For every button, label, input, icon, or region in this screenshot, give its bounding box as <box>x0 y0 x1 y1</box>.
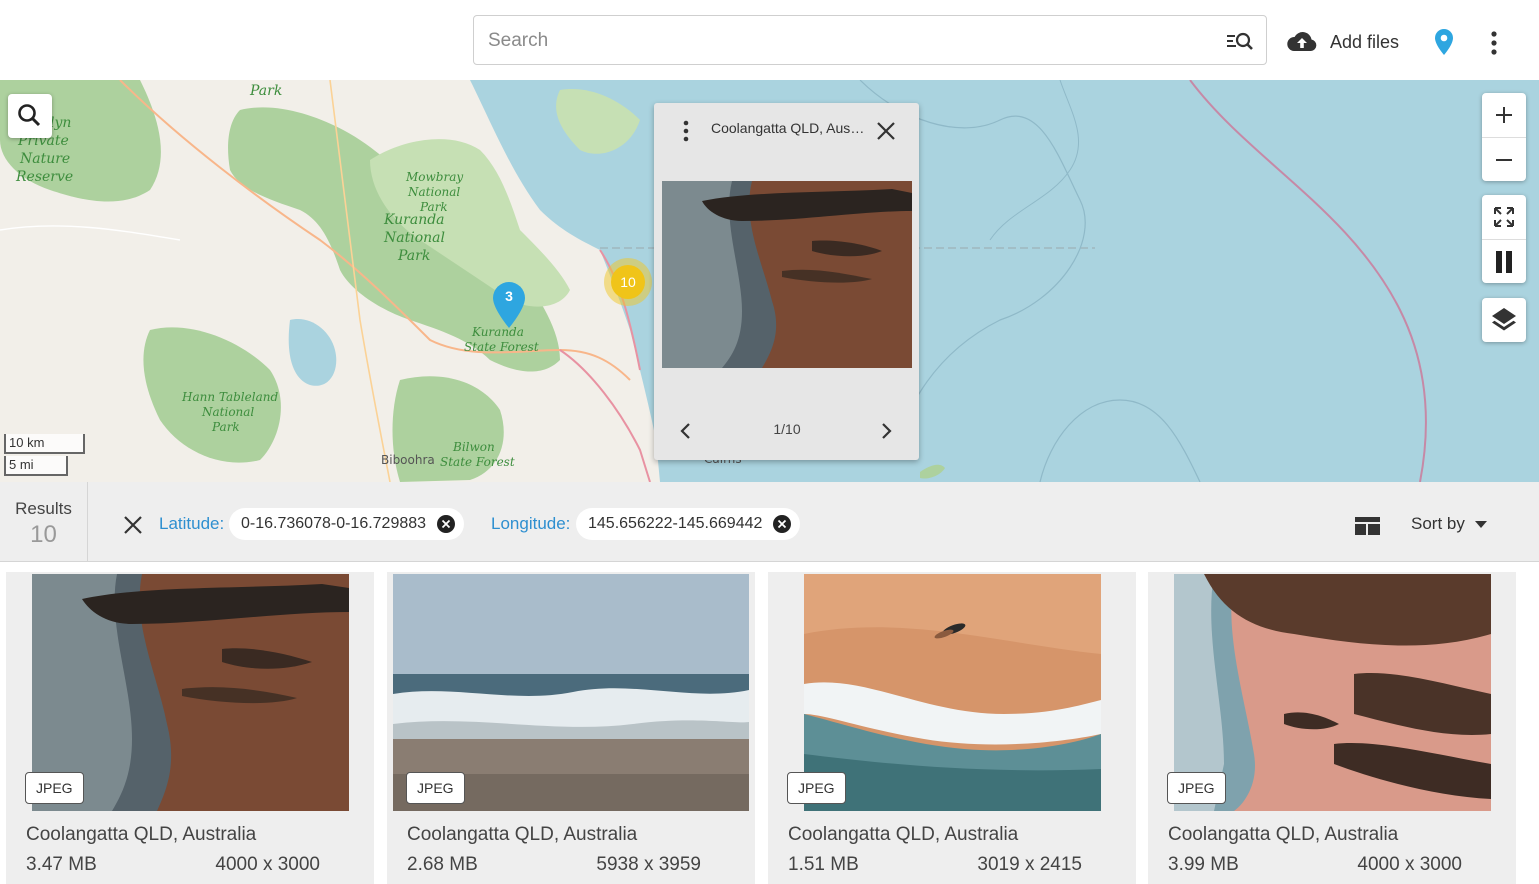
popup-counter: 1/10 <box>773 421 801 437</box>
card-dimensions: 5938 x 3959 <box>596 854 701 875</box>
fullscreen-icon <box>1494 207 1514 227</box>
zoom-in-button[interactable] <box>1482 93 1526 137</box>
search-box[interactable] <box>473 15 1267 65</box>
remove-filter-icon[interactable] <box>436 514 456 534</box>
more-vertical-icon[interactable] <box>1484 30 1504 56</box>
map-label: Bilwon <box>453 440 495 454</box>
map-label: National <box>408 185 461 199</box>
results-grid: JPEG Coolangatta QLD, Australia 3.47 MB … <box>0 563 1539 884</box>
scale-km: 10 km <box>4 434 85 454</box>
app-header: Add files <box>0 0 1539 80</box>
map-popup: Coolangatta QLD, Australia 1/10 <box>654 103 919 460</box>
map-label: Kuranda <box>384 212 445 228</box>
grid-layout-icon[interactable] <box>1355 517 1380 535</box>
zoom-out-button[interactable] <box>1482 137 1526 181</box>
map-label: Park <box>398 248 431 264</box>
map-search-button[interactable] <box>8 94 52 138</box>
zoom-out-icon <box>1496 158 1512 161</box>
file-type-badge: JPEG <box>406 772 465 804</box>
zoom-controls <box>1482 93 1526 181</box>
latitude-value: 0-16.736078-0-16.729883 <box>241 515 427 532</box>
results-label: Results <box>15 499 72 518</box>
sort-by-label: Sort by <box>1411 514 1465 533</box>
longitude-chip: 145.656222-145.669442 <box>576 508 801 540</box>
scale-mi: 5 mi <box>4 456 68 476</box>
file-type-badge: JPEG <box>25 772 84 804</box>
search-input[interactable] <box>488 26 1208 56</box>
popup-title: Coolangatta QLD, Australia <box>711 120 866 136</box>
layers-control <box>1482 298 1526 342</box>
pause-icon <box>1496 250 1512 273</box>
card-dimensions: 3019 x 2415 <box>977 854 1082 875</box>
sort-by-dropdown[interactable]: Sort by <box>1411 514 1487 534</box>
card-dimensions: 4000 x 3000 <box>1357 854 1462 875</box>
map-label: Hann Tableland <box>182 390 279 404</box>
close-icon[interactable] <box>875 120 897 142</box>
results-count: 10 <box>30 521 57 548</box>
map-label: lyn <box>50 115 72 131</box>
chevron-left-icon[interactable] <box>676 419 696 443</box>
card-thumbnail <box>804 574 1101 811</box>
result-card[interactable]: JPEG Coolangatta QLD, Australia 2.68 MB … <box>387 572 755 884</box>
chevron-right-icon[interactable] <box>876 419 896 443</box>
zoom-in-icon <box>1496 107 1512 123</box>
longitude-value: 145.656222-145.669442 <box>588 515 763 532</box>
latitude-label: Latitude: <box>159 514 225 533</box>
layers-button[interactable] <box>1482 298 1526 342</box>
map-cluster[interactable]: 10 <box>604 258 652 306</box>
map-label: Nature <box>20 151 71 167</box>
photo-thumbnail <box>804 574 1101 811</box>
longitude-label: Longitude: <box>491 514 571 533</box>
map-label: National <box>384 230 445 246</box>
view-controls <box>1482 195 1526 283</box>
file-type-badge: JPEG <box>1167 772 1226 804</box>
photo-thumbnail <box>662 181 912 368</box>
layers-icon <box>1492 308 1516 331</box>
card-title: Coolangatta QLD, Australia <box>1168 824 1399 845</box>
search-filter-icon[interactable] <box>1226 29 1254 53</box>
marker-count: 3 <box>505 288 513 304</box>
add-files-button[interactable]: Add files <box>1286 26 1399 58</box>
card-file-size: 3.47 MB <box>26 854 97 875</box>
latitude-chip: 0-16.736078-0-16.729883 <box>229 508 465 540</box>
popup-image[interactable] <box>662 181 912 368</box>
pause-button[interactable] <box>1482 239 1526 283</box>
map-label: Park <box>250 83 283 99</box>
card-title: Coolangatta QLD, Australia <box>788 824 1019 845</box>
search-icon <box>18 104 41 127</box>
map-label: Mowbray <box>406 170 464 184</box>
map-label: Biboohra <box>381 453 435 467</box>
cloud-upload-icon <box>1287 32 1317 51</box>
map-label: State Forest <box>464 340 539 354</box>
map-label: Reserve <box>16 169 74 185</box>
result-card[interactable]: JPEG Coolangatta QLD, Australia 1.51 MB … <box>768 572 1136 884</box>
card-file-size: 2.68 MB <box>407 854 478 875</box>
add-files-label: Add files <box>1330 31 1400 52</box>
file-type-badge: JPEG <box>787 772 846 804</box>
card-dimensions: 4000 x 3000 <box>215 854 320 875</box>
result-card[interactable]: JPEG Coolangatta QLD, Australia 3.47 MB … <box>6 572 374 884</box>
map-marker[interactable]: 3 <box>490 280 528 330</box>
card-title: Coolangatta QLD, Australia <box>407 824 638 845</box>
results-summary: Results 10 <box>0 482 88 562</box>
caret-down-icon <box>1474 520 1487 528</box>
map-label: National <box>202 405 255 419</box>
card-file-size: 1.51 MB <box>788 854 859 875</box>
card-file-size: 3.99 MB <box>1168 854 1239 875</box>
filter-bar: Results 10 Latitude: 0-16.736078-0-16.72… <box>0 482 1539 562</box>
map-label: Park <box>212 420 240 434</box>
map-label: State Forest <box>440 455 515 469</box>
location-pin-icon[interactable] <box>1432 28 1456 56</box>
more-vertical-icon[interactable] <box>678 119 694 143</box>
fullscreen-button[interactable] <box>1482 195 1526 239</box>
card-title: Coolangatta QLD, Australia <box>26 824 257 845</box>
result-card[interactable]: JPEG Coolangatta QLD, Australia 3.99 MB … <box>1148 572 1516 884</box>
cluster-count: 10 <box>611 265 645 299</box>
remove-filter-icon[interactable] <box>772 514 792 534</box>
clear-filters-icon[interactable] <box>122 514 144 536</box>
